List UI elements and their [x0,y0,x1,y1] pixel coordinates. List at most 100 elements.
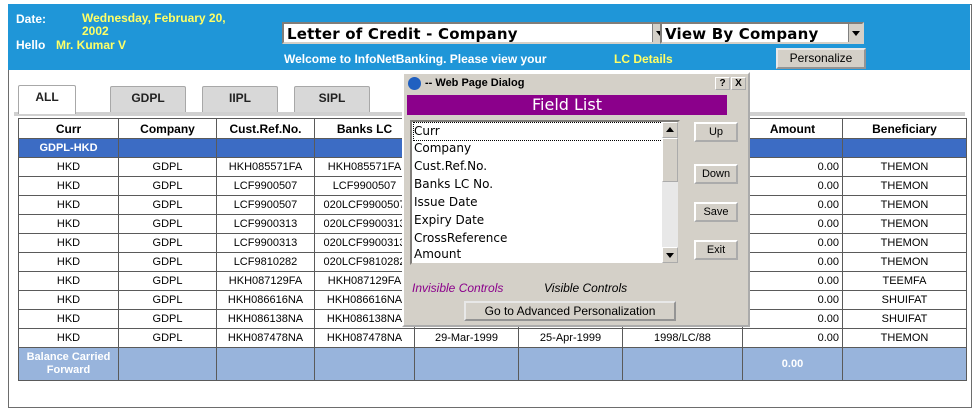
chevron-down-icon[interactable] [848,24,862,42]
column-header: Curr [18,118,119,139]
list-item[interactable]: Expiry Date [414,212,484,229]
table-cell: HKH086138NA [314,309,415,329]
list-item[interactable]: Company [414,140,471,157]
footer-row: Balance Carried Forward 0.00 [18,347,967,381]
view-select-value: View By Company [665,25,819,43]
table-cell: GDPL [118,157,217,177]
save-button[interactable]: Save [694,202,738,222]
table-cell: HKD [18,176,119,196]
table-row[interactable]: HKD GDPL HKH087478NA HKH087478NA 29-Mar-1999… [18,328,967,348]
down-button[interactable]: Down [694,164,738,184]
tab-iipl[interactable]: IIPL [202,86,278,112]
scroll-down-icon[interactable] [662,247,678,263]
list-item[interactable]: Issue Date [414,194,478,211]
table-cell: LCF9900507 [216,195,315,215]
invisible-controls-label: Invisible Controls [412,281,504,295]
table-cell: THEMON [842,328,967,348]
table-cell: HKD [18,252,119,272]
table-cell: LCF9900313 [216,214,315,234]
help-button[interactable]: ? [715,77,730,90]
field-list-heading: Field List [407,95,727,115]
scroll-up-icon[interactable] [662,122,678,138]
table-cell: HKD [18,328,119,348]
list-item[interactable]: Amount [414,246,461,263]
welcome-text: Welcome to InfoNetBanking. Please view y… [284,52,547,66]
up-button[interactable]: Up [694,122,738,142]
tab-sipl[interactable]: SIPL [294,86,370,112]
table-cell: HKH085571FA [216,157,315,177]
table-cell: 020LCF9900313 [314,214,415,234]
date-label: Date: [16,12,47,26]
table-cell: THEMON [842,214,967,234]
table-cell: HKH086616NA [216,290,315,310]
scroll-thumb[interactable] [662,138,678,182]
table-cell: HKH086616NA [314,290,415,310]
tab-gdpl[interactable]: GDPL [110,86,186,112]
dialog-titlebar: -- Web Page Dialog ? X [405,75,747,93]
column-header: Banks LC [314,118,415,139]
column-header: Beneficiary [842,118,967,139]
table-cell: HKH087478NA [216,328,315,348]
footer-cell [842,347,967,381]
table-cell: LCF9900507 [216,176,315,196]
lc-details-link[interactable]: LC Details [614,52,673,66]
ie-icon [408,77,421,90]
personalize-button[interactable]: Personalize [776,48,866,69]
table-cell: THEMON [842,252,967,272]
table-cell: SHUIFAT [842,309,967,329]
table-cell: 25-Apr-1999 [518,328,623,348]
table-cell: LCF9900313 [216,233,315,253]
list-item[interactable]: Curr [413,122,663,141]
table-cell: GDPL [118,233,217,253]
table-cell: GDPL [118,309,217,329]
listbox-scrollbar[interactable] [662,122,678,263]
table-cell: GDPL [118,214,217,234]
list-item[interactable]: Cust.Ref.No. [414,158,487,175]
table-cell: HKD [18,214,119,234]
table-cell: 0.00 [742,328,843,348]
advanced-personalization-button[interactable]: Go to Advanced Personalization [464,301,676,321]
dialog-title: -- Web Page Dialog [425,77,525,89]
tab-all[interactable]: ALL [18,85,76,114]
group-cell [118,138,217,158]
table-cell: 0.00 [742,176,843,196]
table-cell: 0.00 [742,214,843,234]
table-cell: THEMON [842,195,967,215]
list-item[interactable]: Banks LC No. [414,176,493,193]
table-cell: HKH086138NA [216,309,315,329]
report-select[interactable]: Letter of Credit - Company [282,22,668,44]
table-cell: HKD [18,157,119,177]
view-select[interactable]: View By Company [660,22,864,44]
table-cell: GDPL [118,290,217,310]
group-cell [742,138,843,158]
table-cell: 020LCF9900313 [314,233,415,253]
column-header: Cust.Ref.No. [216,118,315,139]
group-label: GDPL-HKD [18,138,119,158]
table-cell: LCF9810282 [216,252,315,272]
table-cell: 0.00 [742,157,843,177]
close-button[interactable]: X [731,77,746,90]
table-cell: GDPL [118,271,217,291]
field-listbox[interactable]: Curr Company Cust.Ref.No. Banks LC No. I… [410,120,680,265]
date-value: Wednesday, February 20, 2002 [82,11,226,38]
table-cell: GDPL [118,328,217,348]
table-cell: 0.00 [742,252,843,272]
table-cell: HKD [18,271,119,291]
balance-amount: 0.00 [742,347,843,381]
table-cell: HKH085571FA [314,157,415,177]
footer-cell [622,347,743,381]
table-cell: THEMON [842,157,967,177]
table-cell: HKD [18,290,119,310]
table-cell: HKH087478NA [314,328,415,348]
table-cell: 0.00 [742,233,843,253]
exit-button[interactable]: Exit [694,240,738,260]
list-item[interactable]: CrossReference [414,230,507,247]
table-cell: 0.00 [742,271,843,291]
table-cell: HKH087129FA [216,271,315,291]
footer-cell [414,347,519,381]
table-cell: HKD [18,195,119,215]
table-cell: 0.00 [742,309,843,329]
column-header: Company [118,118,217,139]
table-cell: GDPL [118,176,217,196]
visible-controls-label: Visible Controls [544,281,628,295]
